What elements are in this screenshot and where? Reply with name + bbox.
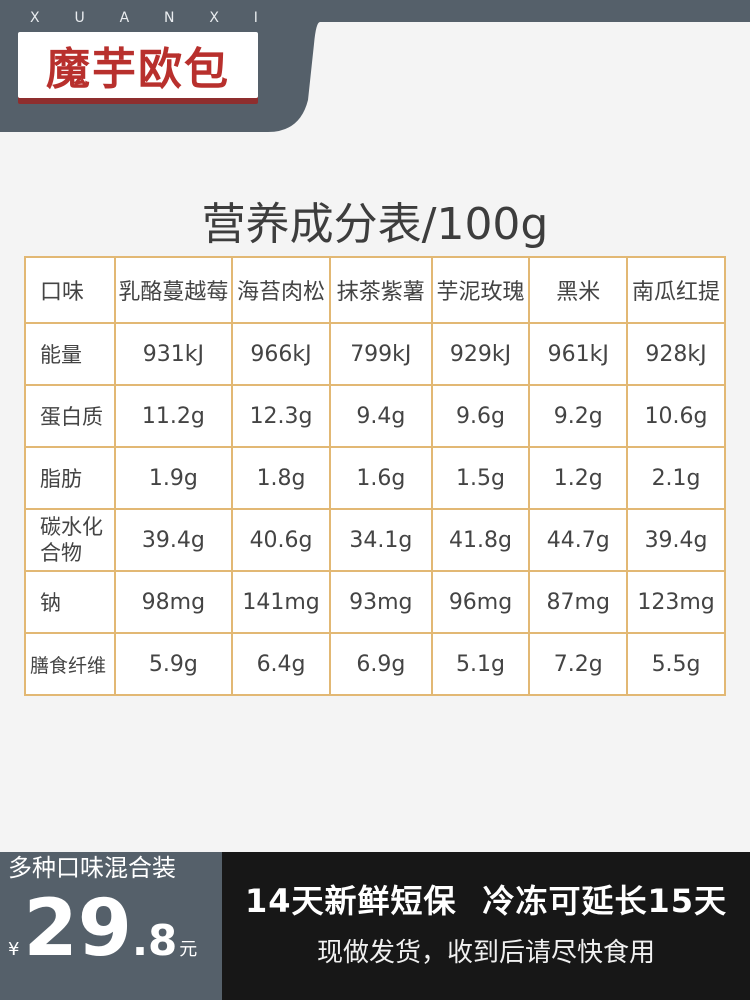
promo-shelf-life: 14天新鲜短保	[244, 882, 457, 920]
table-cell: 928kJ	[628, 324, 726, 386]
table-cell: 961kJ	[530, 324, 629, 386]
table-cell: 9.4g	[330, 386, 433, 448]
table-cell: 93mg	[330, 572, 433, 634]
price-unit: 元	[179, 939, 198, 960]
table-cell: 1.9g	[115, 448, 234, 510]
header-cell: 芋泥玫瑰	[432, 258, 531, 324]
header-cell: 海苔肉松	[233, 258, 331, 324]
table-row: 脂肪 1.9g 1.8g 1.6g 1.5g 1.2g 2.1g	[26, 448, 726, 510]
price: ¥ 29 .8 元	[8, 890, 197, 968]
table-cell: 929kJ	[432, 324, 531, 386]
brand-letter: N	[164, 10, 177, 26]
table-cell: 9.2g	[530, 386, 629, 448]
row-label: 蛋白质	[26, 386, 116, 448]
brand-letters: X U A N X I	[30, 10, 260, 26]
table-cell: 44.7g	[530, 510, 629, 572]
header-cell: 抹茶紫薯	[330, 258, 433, 324]
header-cell: 南瓜红提	[628, 258, 726, 324]
price-integer: 29	[23, 884, 132, 974]
table-cell: 6.4g	[233, 634, 331, 696]
table-cell: 799kJ	[330, 324, 433, 386]
table-cell: 41.8g	[432, 510, 531, 572]
table-cell: 39.4g	[115, 510, 234, 572]
row-label: 膳食纤维	[26, 634, 116, 696]
row-label: 钠	[26, 572, 116, 634]
table-cell: 7.2g	[530, 634, 629, 696]
table-cell: 40.6g	[233, 510, 331, 572]
table-cell: 931kJ	[115, 324, 234, 386]
table-cell: 9.6g	[432, 386, 531, 448]
table-cell: 6.9g	[330, 634, 433, 696]
promo-subline: 现做发货，收到后请尽快食用	[316, 938, 655, 968]
currency-symbol: ¥	[8, 939, 20, 960]
table-cell: 966kJ	[233, 324, 331, 386]
table-cell: 34.1g	[330, 510, 433, 572]
table-cell: 12.3g	[233, 386, 331, 448]
promo-box: 14天新鲜短保 冷冻可延长15天 现做发货，收到后请尽快食用	[222, 852, 750, 1000]
table-cell: 2.1g	[628, 448, 726, 510]
table-cell: 87mg	[530, 572, 629, 634]
table-header-row: 口味 乳酪蔓越莓 海苔肉松 抹茶紫薯 芋泥玫瑰 黑米 南瓜红提	[26, 258, 726, 324]
brand-title-box: 魔芋欧包	[18, 32, 258, 98]
table-cell: 96mg	[432, 572, 531, 634]
mix-flavor-label: 多种口味混合装	[8, 854, 176, 882]
promo-frozen: 冷冻可延长15天	[482, 882, 728, 920]
row-label: 脂肪	[26, 448, 116, 510]
price-decimal: .8	[132, 916, 178, 965]
table-cell: 11.2g	[115, 386, 234, 448]
table-cell: 5.9g	[115, 634, 234, 696]
table-cell: 5.1g	[432, 634, 531, 696]
promo-headline: 14天新鲜短保 冷冻可延长15天	[222, 876, 750, 922]
table-title: 营养成分表/100g	[201, 199, 549, 250]
table-cell: 5.5g	[628, 634, 726, 696]
brand-letter: U	[74, 10, 87, 26]
brand-title: 魔芋欧包	[46, 44, 230, 95]
table-row: 碳水化合物 39.4g 40.6g 34.1g 41.8g 44.7g 39.4…	[26, 510, 726, 572]
header-cell: 口味	[26, 258, 116, 324]
brand-letter: X	[209, 10, 221, 26]
table-cell: 39.4g	[628, 510, 726, 572]
table-cell: 1.2g	[530, 448, 629, 510]
table-cell: 1.8g	[233, 448, 331, 510]
table-cell: 1.5g	[432, 448, 531, 510]
table-cell: 141mg	[233, 572, 331, 634]
row-label: 碳水化合物	[26, 510, 116, 572]
row-label: 能量	[26, 324, 116, 386]
table-cell: 98mg	[115, 572, 234, 634]
nutrition-table: 口味 乳酪蔓越莓 海苔肉松 抹茶紫薯 芋泥玫瑰 黑米 南瓜红提 能量 931kJ…	[24, 256, 726, 696]
header-cell: 乳酪蔓越莓	[115, 258, 234, 324]
table-cell: 123mg	[628, 572, 726, 634]
table-row: 蛋白质 11.2g 12.3g 9.4g 9.6g 9.2g 10.6g	[26, 386, 726, 448]
table-cell: 1.6g	[330, 448, 433, 510]
table-row: 膳食纤维 5.9g 6.4g 6.9g 5.1g 7.2g 5.5g	[26, 634, 726, 696]
brand-letter: X	[30, 10, 42, 26]
table-cell: 10.6g	[628, 386, 726, 448]
table-row: 能量 931kJ 966kJ 799kJ 929kJ 961kJ 928kJ	[26, 324, 726, 386]
brand-letter: A	[119, 10, 132, 26]
brand-letter: I	[253, 10, 260, 26]
header-cell: 黑米	[530, 258, 629, 324]
table-row: 钠 98mg 141mg 93mg 96mg 87mg 123mg	[26, 572, 726, 634]
